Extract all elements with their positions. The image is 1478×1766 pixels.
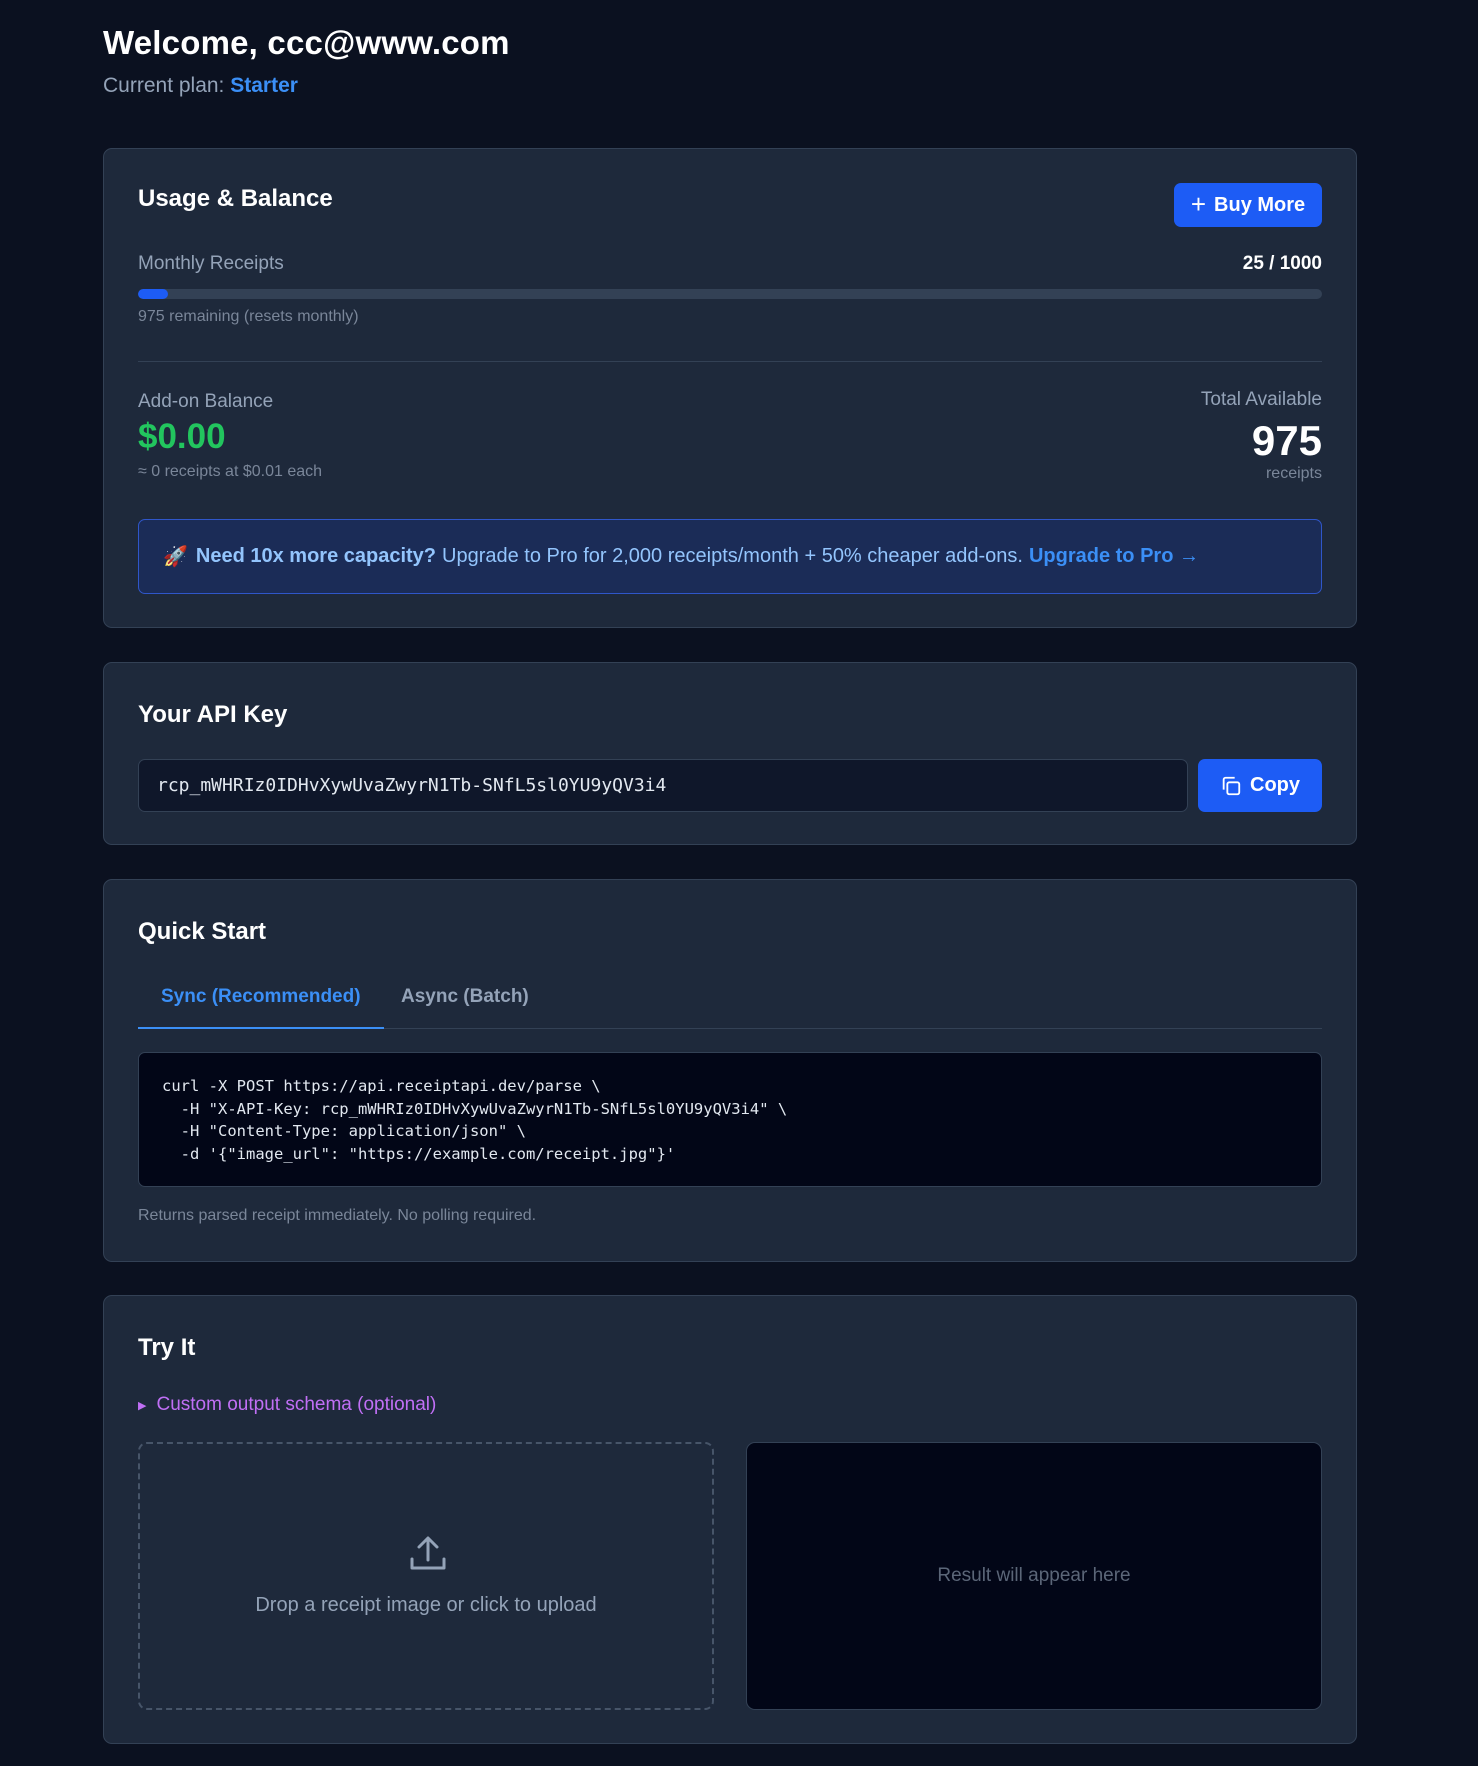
code-line: -d '{"image_url": "https://example.com/r… [162,1144,676,1163]
usage-title: Usage & Balance [138,185,333,212]
code-line: curl -X POST https://api.receiptapi.dev/… [162,1077,601,1095]
buy-more-button[interactable]: + Buy More [1174,183,1322,227]
total-available-unit: receipts [1265,465,1322,482]
plan-line: Current plan: Starter [103,74,298,98]
api-key-field[interactable]: rcp_mWHRIz0IDHvXywUvaZwyrN1Tb-SNfL5sl0YU… [138,759,1188,812]
custom-schema-toggle[interactable]: ▶ Custom output schema (optional) [138,1394,436,1416]
upgrade-banner: 🚀 Need 10x more capacity? Upgrade to Pro… [138,519,1322,594]
welcome-heading: Welcome, ccc@www.com [103,24,510,61]
upgrade-headline: Need 10x more capacity? [195,545,437,567]
code-line: -H "X-API-Key: rcp_mWHRIz0IDHvXywUvaZwyr… [162,1099,788,1118]
quick-start-card: Quick Start Sync (Recommended) Async (Ba… [103,879,1357,1262]
upgrade-text: Upgrade to Pro for 2,000 receipts/month … [442,545,1023,567]
try-it-title: Try It [138,1334,196,1361]
result-panel: Result will appear here [746,1442,1322,1710]
tab-async[interactable]: Async (Batch) [378,986,552,1029]
code-block: curl -X POST https://api.receiptapi.dev/… [138,1052,1322,1187]
quick-start-note: Returns parsed receipt immediately. No p… [138,1207,537,1224]
total-available-label: Total Available [1200,389,1322,410]
tab-sync[interactable]: Sync (Recommended) [138,986,384,1029]
try-it-card: Try It ▶ Custom output schema (optional)… [103,1295,1357,1744]
usage-progress-fill [138,289,168,299]
usage-count: 25 / 1000 [1242,253,1322,274]
usage-card: Usage & Balance + Buy More Monthly Recei… [103,148,1357,628]
copy-button[interactable]: Copy [1198,759,1322,812]
upload-dropzone[interactable]: Drop a receipt image or click to upload [138,1442,714,1710]
upload-instructions: Drop a receipt image or click to upload [255,1594,597,1616]
custom-schema-label: Custom output schema (optional) [156,1394,437,1415]
addon-balance-amount: $0.00 [138,417,226,456]
api-key-value: rcp_mWHRIz0IDHvXywUvaZwyrN1Tb-SNfL5sl0YU… [157,775,667,796]
divider [138,361,1322,362]
plus-icon: + [1190,188,1207,219]
monthly-receipts-label: Monthly Receipts [138,253,284,274]
code-line: -H "Content-Type: application/json" \ [162,1122,526,1140]
api-key-title: Your API Key [138,701,288,728]
remaining-text: 975 remaining (resets monthly) [138,308,359,325]
plan-prefix: Current plan: [103,74,225,97]
copy-label: Copy [1250,774,1300,796]
addon-balance-label: Add-on Balance [138,391,274,412]
upgrade-to-pro-link[interactable]: Upgrade to Pro → [1029,545,1199,568]
total-available-value: 975 [1251,417,1322,464]
quick-start-title: Quick Start [138,918,267,945]
quick-start-tabs: Sync (Recommended) Async (Batch) [138,986,1322,1029]
usage-progress-bar [138,289,1322,299]
api-key-card: Your API Key rcp_mWHRIz0IDHvXywUvaZwyrN1… [103,662,1357,845]
upload-icon [410,1536,446,1570]
rocket-icon: 🚀 [163,546,188,568]
copy-icon [1222,776,1241,795]
plan-name: Starter [230,74,298,97]
buy-more-label: Buy More [1214,193,1306,216]
addon-balance-note: ≈ 0 receipts at $0.01 each [138,463,323,480]
result-placeholder: Result will appear here [937,1565,1131,1586]
triangle-right-icon: ▶ [138,1399,147,1412]
